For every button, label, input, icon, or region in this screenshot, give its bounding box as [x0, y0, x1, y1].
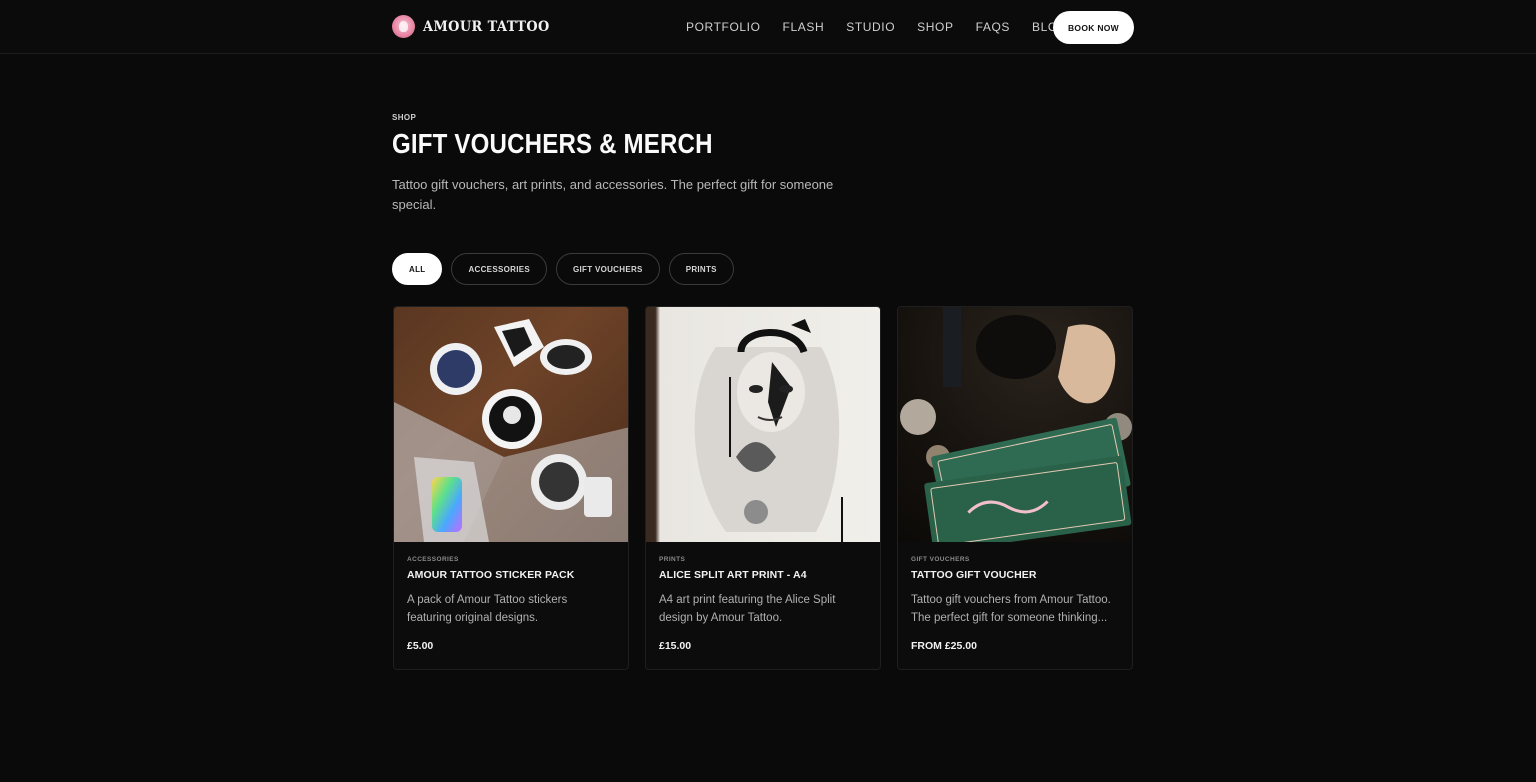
- filter-all[interactable]: ALL: [392, 253, 443, 285]
- product-description: A4 art print featuring the Alice Split d…: [659, 594, 836, 624]
- product-description: Tattoo gift vouchers from Amour Tattoo. …: [911, 594, 1111, 624]
- nav-link-shop[interactable]: SHOP: [917, 20, 953, 34]
- product-category: PRINTS: [659, 556, 686, 563]
- product-name[interactable]: ALICE SPLIT ART PRINT - A4: [659, 569, 867, 581]
- product-image-sticker-pack: [394, 307, 628, 542]
- product-category: ACCESSORIES: [407, 556, 459, 563]
- product-price: £5.00: [407, 640, 434, 652]
- main-nav: PORTFOLIO FLASH STUDIO SHOP FAQS BLOG: [686, 20, 1090, 34]
- product-image-gift-voucher: [898, 307, 1132, 542]
- product-price: £15.00: [659, 640, 692, 652]
- filter-prints[interactable]: PRINTS: [668, 253, 734, 285]
- nav-link-portfolio[interactable]: PORTFOLIO: [686, 20, 761, 34]
- page-title: GIFT VOUCHERS & MERCH: [392, 128, 713, 159]
- product-card-gift-voucher[interactable]: GIFT VOUCHERS TATTOO GIFT VOUCHER Tattoo…: [897, 306, 1133, 670]
- product-name[interactable]: TATTOO GIFT VOUCHER: [911, 569, 1119, 581]
- nav-link-faqs[interactable]: FAQS: [976, 20, 1010, 34]
- page-description: Tattoo gift vouchers, art prints, and ac…: [392, 177, 834, 212]
- filter-gift-vouchers[interactable]: GIFT VOUCHERS: [556, 253, 660, 285]
- book-now-button[interactable]: BOOK NOW: [1053, 11, 1134, 44]
- brand-logo-icon: [392, 15, 415, 38]
- nav-link-flash[interactable]: FLASH: [783, 20, 825, 34]
- brand-name: AMOUR TATTOO: [423, 18, 550, 35]
- product-description: A pack of Amour Tattoo stickers featurin…: [407, 594, 568, 624]
- nav-link-studio[interactable]: STUDIO: [846, 20, 895, 34]
- product-image-alice-print: [646, 307, 880, 542]
- site-header: AMOUR TATTOO PORTFOLIO FLASH STUDIO SHOP…: [0, 0, 1536, 54]
- product-card-alice-print[interactable]: PRINTS ALICE SPLIT ART PRINT - A4 A4 art…: [645, 306, 881, 670]
- product-name[interactable]: AMOUR TATTOO STICKER PACK: [407, 569, 615, 581]
- brand-logo[interactable]: AMOUR TATTOO: [392, 15, 561, 38]
- category-filters: ALL ACCESSORIES GIFT VOUCHERS PRINTS: [392, 253, 734, 285]
- filter-accessories[interactable]: ACCESSORIES: [451, 253, 547, 285]
- product-price: FROM £25.00: [911, 640, 977, 652]
- page-eyebrow: SHOP: [392, 113, 417, 122]
- product-category: GIFT VOUCHERS: [911, 556, 970, 563]
- product-card-sticker-pack[interactable]: ACCESSORIES AMOUR TATTOO STICKER PACK A …: [393, 306, 629, 670]
